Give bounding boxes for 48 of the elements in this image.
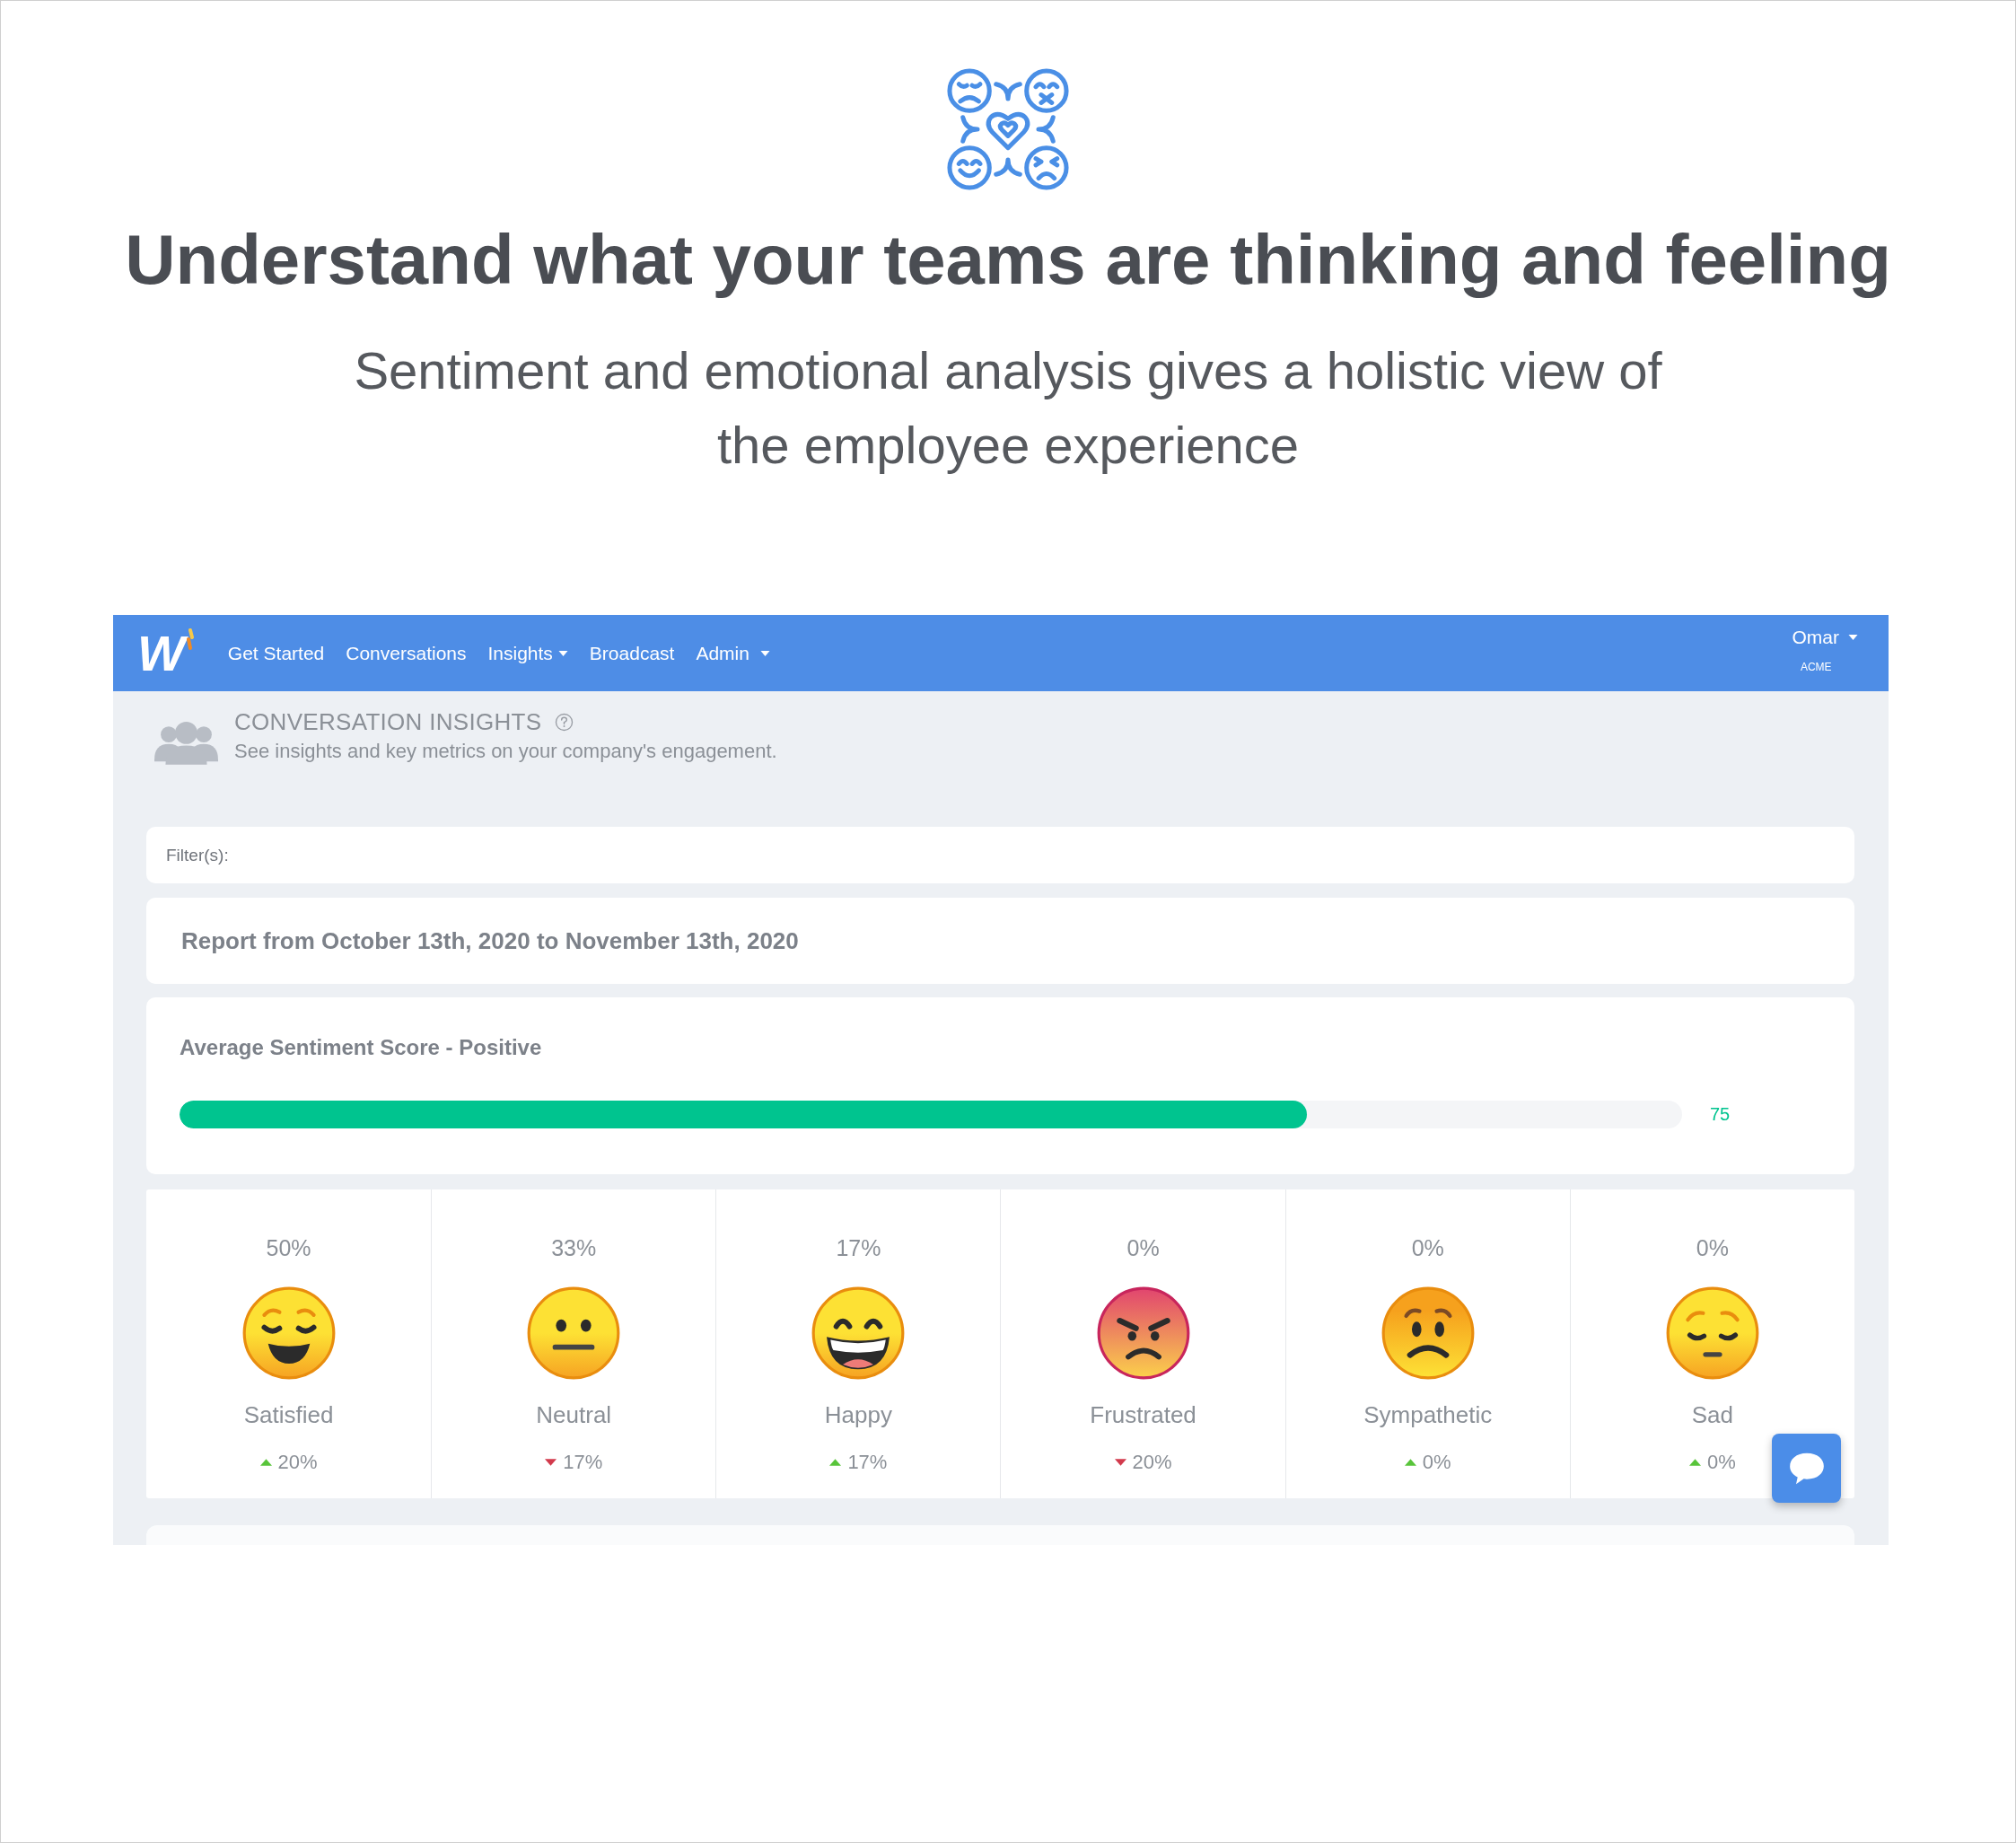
emotion-label: Happy (824, 1400, 892, 1429)
nav-link[interactable]: Insights (487, 641, 568, 665)
user-menu[interactable]: Omar (1792, 626, 1858, 649)
neutral-face-icon (526, 1286, 622, 1381)
change-percent: 20% (277, 1450, 318, 1475)
emotion-label: Sympathetic (1363, 1400, 1493, 1429)
headline: Understand what your teams are thinking and feeling (125, 219, 1891, 300)
organization-name: ACME (1800, 660, 1832, 674)
change-percent: 0% (1707, 1450, 1736, 1475)
filter-label: Filter(s): (166, 845, 229, 865)
people-icon (154, 720, 218, 765)
change-percent: 17% (563, 1450, 603, 1475)
sentiment-title: Average Sentiment Score - Positive (180, 1034, 542, 1061)
worried-face-icon (1380, 1286, 1476, 1381)
nav-link[interactable]: Get Started (227, 641, 325, 665)
subheadline: Sentiment and emotional analysis gives a holistic view of the employee experience (353, 340, 1663, 476)
emotion-share: 0% (1411, 1234, 1444, 1261)
change-percent: 0% (1422, 1450, 1451, 1475)
report-title: Report from October 13th, 2020 to November 13th, 2020 (181, 926, 799, 955)
nav-link[interactable]: Conversations (346, 641, 467, 665)
grinning-face-icon (811, 1286, 907, 1381)
relieved-face-icon (241, 1286, 337, 1381)
sentiment-score: 75 (1710, 1103, 1731, 1126)
faces-heart-icon (947, 68, 1069, 190)
speech-bubble-icon (1789, 1452, 1824, 1485)
emotion-label: Satisfied (243, 1400, 334, 1429)
change-percent: 17% (847, 1450, 888, 1475)
emotion-label: Frustrated (1090, 1400, 1196, 1429)
emotion-label: Sad (1691, 1400, 1734, 1429)
pensive-face-icon (1664, 1286, 1760, 1381)
emotion-share: 0% (1696, 1234, 1729, 1261)
page-description: See insights and key metrics on your company's engagement. (234, 740, 777, 763)
caret-icon (557, 650, 568, 656)
nav-link[interactable]: Admin (696, 641, 770, 665)
chat-button[interactable] (1772, 1434, 1841, 1503)
emotion-share: 17% (836, 1234, 881, 1261)
emotion-share: 50% (266, 1234, 311, 1261)
help-icon[interactable] (555, 712, 574, 732)
caret-icon (759, 650, 770, 656)
emotion-label: Neutral (536, 1400, 612, 1429)
caret-icon (1848, 635, 1858, 640)
emotion-share: 33% (551, 1234, 597, 1261)
app-logo[interactable]: W (137, 627, 194, 679)
nav-link[interactable]: Broadcast (589, 641, 675, 665)
change-percent: 20% (1132, 1450, 1172, 1475)
angry-face-icon (1095, 1286, 1191, 1381)
page-title: CONVERSATION INSIGHTS (234, 707, 542, 736)
emotion-share: 0% (1126, 1234, 1160, 1261)
